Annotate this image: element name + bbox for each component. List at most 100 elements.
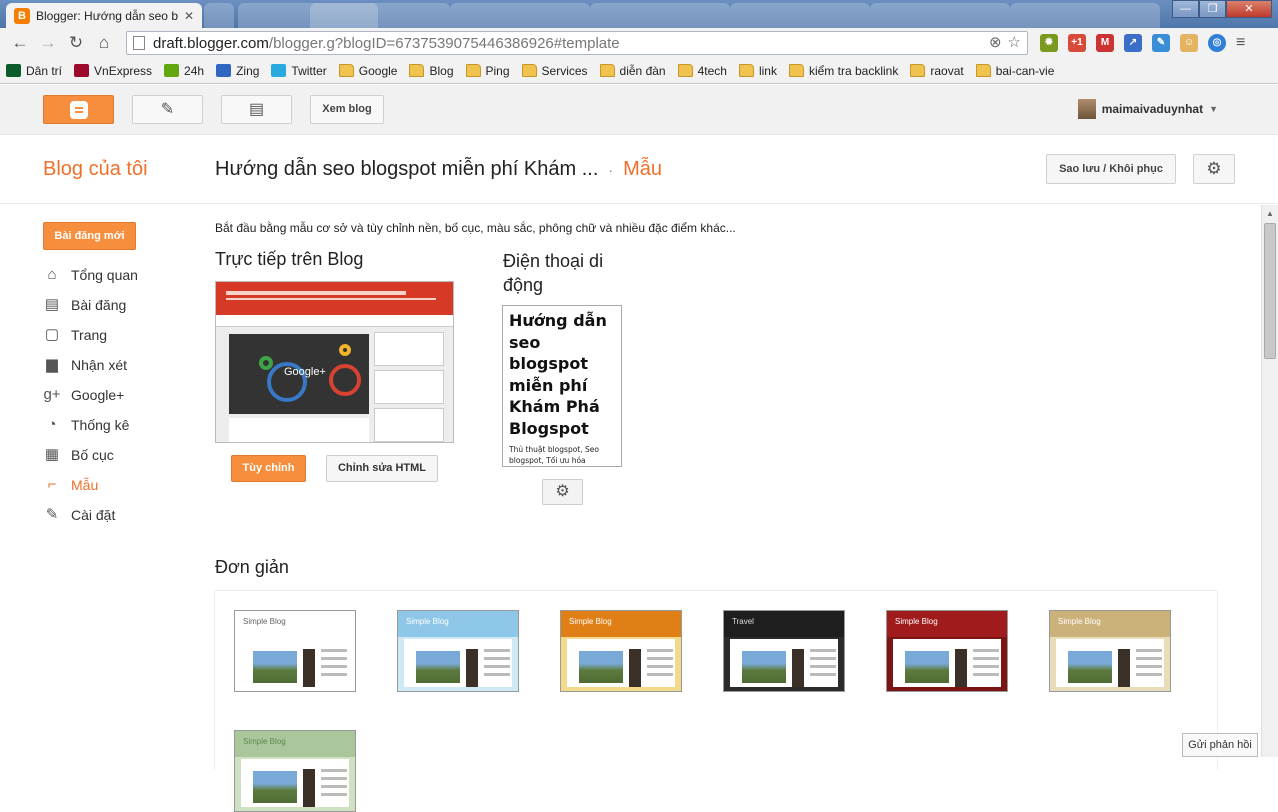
tab-background[interactable] bbox=[450, 3, 590, 28]
template-preview-lines bbox=[321, 769, 347, 772]
tab-background[interactable] bbox=[730, 3, 870, 28]
extension-face-icon[interactable]: ☺ bbox=[1180, 34, 1198, 52]
template-thumbnail[interactable]: Travel bbox=[723, 610, 845, 692]
bookmark-item[interactable]: raovat bbox=[910, 64, 964, 78]
sidebar-item[interactable]: ⌐ Mẫu bbox=[43, 470, 138, 500]
bookmark-item[interactable]: Dân trí bbox=[6, 64, 62, 78]
tab-blogger[interactable]: B Blogger: Hướng dẫn seo b ✕ bbox=[6, 3, 202, 28]
extension-circle-icon[interactable]: ◎ bbox=[1208, 34, 1226, 52]
zing-icon bbox=[216, 64, 232, 77]
sidebar-item[interactable]: ⌂ Tổng quan bbox=[43, 260, 137, 290]
blocked-popup-icon[interactable]: ⊗ bbox=[989, 33, 1002, 51]
bookmark-item[interactable]: Zing bbox=[216, 64, 259, 78]
bookmark-item[interactable]: Services bbox=[521, 63, 588, 78]
section-name: Mẫu bbox=[623, 158, 662, 180]
menu-wrench-icon[interactable]: ≡ bbox=[1236, 34, 1245, 52]
bookmark-item[interactable]: Blog bbox=[409, 64, 454, 78]
settings-gear-button[interactable]: ⚙ bbox=[1193, 154, 1235, 184]
new-post-button[interactable]: Bài đăng mới bbox=[43, 222, 136, 250]
sidebar-item[interactable]: ▢ Trang bbox=[43, 320, 138, 350]
wrench-icon: ✎ bbox=[45, 506, 59, 523]
sidebar-item[interactable]: ▆ Nhận xét bbox=[43, 350, 138, 380]
live-blog-preview[interactable]: Google+ bbox=[215, 281, 454, 443]
template-preview-pic2 bbox=[1118, 649, 1130, 687]
posts-list-button[interactable]: ▤ bbox=[221, 95, 292, 124]
chevron-down-icon: ▼ bbox=[1209, 104, 1218, 114]
template-preview-lines bbox=[484, 649, 510, 652]
customize-button[interactable]: Tùy chỉnh bbox=[231, 455, 306, 482]
template-thumbnail[interactable]: Simple Blog bbox=[1049, 610, 1171, 692]
template-preview-lines bbox=[647, 649, 673, 652]
template-preview-pic2 bbox=[955, 649, 967, 687]
template-body-preview bbox=[730, 639, 838, 687]
my-blog-link[interactable]: Blog của tôi bbox=[43, 158, 148, 181]
page-scrollbar[interactable]: ▲ bbox=[1261, 205, 1278, 757]
minimize-icon[interactable]: — bbox=[1172, 0, 1199, 18]
tab-close-icon[interactable]: ✕ bbox=[184, 9, 194, 23]
mobile-preview[interactable]: Hướng dẫn seo blogspot miễn phí Khám Phá… bbox=[502, 305, 622, 467]
backup-restore-button[interactable]: Sao lưu / Khôi phục bbox=[1046, 154, 1176, 184]
template-thumbnail[interactable]: Simple Blog bbox=[560, 610, 682, 692]
template-thumbnail[interactable]: Simple Blog bbox=[234, 730, 356, 812]
avatar bbox=[1077, 99, 1096, 119]
maximize-icon[interactable]: ❐ bbox=[1199, 0, 1226, 18]
bookmark-star-icon[interactable]: ☆ bbox=[1008, 33, 1021, 51]
back-arrow-icon[interactable]: ← bbox=[6, 33, 34, 53]
template-preview-lines bbox=[1136, 649, 1162, 652]
bookmark-item[interactable]: diễn đàn bbox=[599, 64, 666, 78]
comment-icon: ▆ bbox=[46, 356, 58, 373]
bookmark-item[interactable]: VnExpress bbox=[74, 64, 152, 78]
tab-background[interactable] bbox=[870, 3, 1010, 28]
template-preview-pic bbox=[416, 651, 460, 683]
bookmark-item[interactable]: 4tech bbox=[677, 64, 727, 78]
tab-background[interactable] bbox=[590, 3, 730, 28]
tab-background[interactable] bbox=[1010, 3, 1160, 28]
template-thumbnail[interactable]: Simple Blog bbox=[397, 610, 519, 692]
reload-icon[interactable]: ↻ bbox=[62, 33, 90, 53]
sidebar-item-label: Trang bbox=[71, 327, 108, 343]
bookmark-item[interactable]: Ping bbox=[465, 64, 510, 78]
new-tab-button[interactable] bbox=[204, 3, 234, 28]
google-plus-one-icon[interactable]: +1 bbox=[1068, 34, 1086, 52]
bookmark-item[interactable]: kiểm tra backlink bbox=[788, 64, 898, 78]
bookmark-label: Services bbox=[541, 63, 588, 78]
extension-pen-icon[interactable]: ✎ bbox=[1152, 34, 1170, 52]
bookmark-item[interactable]: Twitter bbox=[271, 64, 327, 78]
sidebar-item[interactable]: ▦ Bố cục bbox=[43, 440, 138, 470]
preview-header bbox=[216, 282, 453, 315]
send-feedback-button[interactable]: Gửi phản hồi bbox=[1182, 733, 1258, 757]
template-body-preview bbox=[567, 639, 675, 687]
account-menu[interactable]: maimaivaduynhat ▼ bbox=[1077, 99, 1218, 119]
sidebar-item[interactable]: ▤ Bài đăng bbox=[43, 290, 138, 320]
scroll-up-icon[interactable]: ▲ bbox=[1266, 209, 1274, 218]
template-thumbnail[interactable]: Simple Blog bbox=[234, 610, 356, 692]
edit-html-button[interactable]: Chỉnh sửa HTML bbox=[326, 455, 438, 482]
bookmark-item[interactable]: 24h bbox=[164, 64, 204, 78]
sidebar-item[interactable]: ✎ Cài đặt bbox=[43, 500, 138, 530]
blogger-favicon-icon: B bbox=[14, 7, 30, 24]
blogger-logo-button[interactable] bbox=[43, 95, 114, 124]
blog-title[interactable]: Hướng dẫn seo blogspot miễn phí Khám ... bbox=[215, 158, 598, 181]
bookmark-item[interactable]: bai-can-vie bbox=[975, 64, 1054, 78]
preview-hero-text: Google+ bbox=[284, 366, 326, 378]
forward-arrow-icon[interactable]: → bbox=[34, 33, 62, 53]
scrollbar-thumb[interactable] bbox=[1264, 223, 1276, 359]
template-thumbnail[interactable]: Simple Blog bbox=[886, 610, 1008, 692]
mobile-settings-button[interactable]: ⚙ bbox=[542, 479, 583, 505]
bookmark-item[interactable]: link bbox=[738, 64, 777, 78]
new-post-pencil-button[interactable]: ✎ bbox=[132, 95, 203, 124]
google-plus-icon: g+ bbox=[43, 386, 61, 403]
window-close-icon[interactable]: ✕ bbox=[1226, 0, 1272, 18]
analytics-icon[interactable]: ↗ bbox=[1124, 34, 1142, 52]
address-bar[interactable]: draft.blogger.com/blogger.g?blogID=67375… bbox=[126, 31, 1028, 55]
view-blog-button[interactable]: Xem blog bbox=[310, 95, 384, 124]
tab-background[interactable] bbox=[310, 3, 450, 28]
sidebar-item[interactable]: g+ Google+ bbox=[43, 380, 138, 410]
template-name: Simple Blog bbox=[1050, 611, 1170, 637]
24h-icon bbox=[164, 64, 180, 77]
extension-gear-icon[interactable]: ✹ bbox=[1040, 34, 1058, 52]
gmail-icon[interactable]: M bbox=[1096, 34, 1114, 52]
bookmark-item[interactable]: Google bbox=[338, 64, 397, 78]
home-icon[interactable]: ⌂ bbox=[90, 33, 118, 53]
sidebar-item[interactable]: ◔ Thống kê bbox=[43, 410, 138, 440]
